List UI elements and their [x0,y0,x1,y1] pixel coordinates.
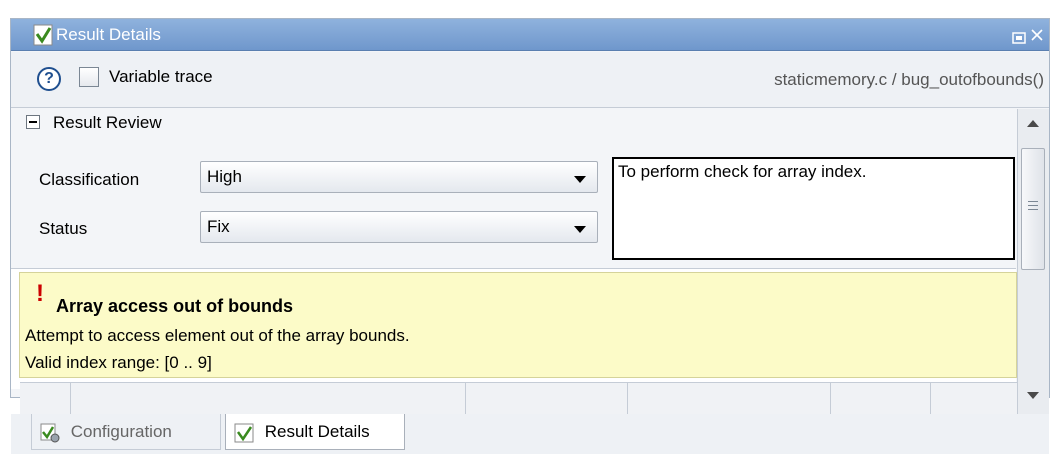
configuration-icon [40,423,60,443]
classification-dropdown[interactable]: High [200,161,598,193]
scroll-down-arrow[interactable] [1027,392,1039,399]
alert-icon: ! [36,280,44,307]
close-icon[interactable] [1030,27,1044,41]
scroll-up-arrow[interactable] [1027,120,1039,127]
table-header [20,382,1018,414]
help-icon: ? [44,70,54,87]
status-value: Fix [207,217,230,236]
scrollbar-thumb[interactable] [1021,148,1045,270]
tab-result-details-label: Result Details [264,422,370,441]
variable-trace-label: Variable trace [109,67,213,86]
classification-label: Classification [39,170,140,189]
result-details-icon [33,24,53,46]
tab-configuration-label: Configuration [70,422,172,441]
result-review-label: Result Review [53,113,162,132]
result-details-tab-icon [234,423,254,443]
help-button[interactable]: ? [37,67,61,91]
tab-result-details[interactable]: Result Details [225,414,405,450]
chevron-down-icon [574,176,586,183]
window-title: Result Details [56,25,161,44]
undock-icon[interactable] [1012,29,1026,44]
source-location: staticmemory.c / bug_outofbounds() [774,70,1044,89]
status-dropdown[interactable]: Fix [200,211,598,243]
tab-configuration[interactable]: Configuration [31,414,221,450]
collapse-icon[interactable] [26,115,40,129]
variable-trace-checkbox[interactable] [79,67,99,87]
comment-field[interactable]: To perform check for array index. [612,157,1015,260]
title-bar [11,19,1049,51]
alert-line-2: Valid index range: [0 .. 9] [25,353,212,372]
alert-line-1: Attempt to access element out of the arr… [25,326,410,345]
alert-title: Array access out of bounds [56,296,294,316]
classification-value: High [207,167,242,186]
status-label: Status [39,219,88,238]
chevron-down-icon [574,226,586,233]
